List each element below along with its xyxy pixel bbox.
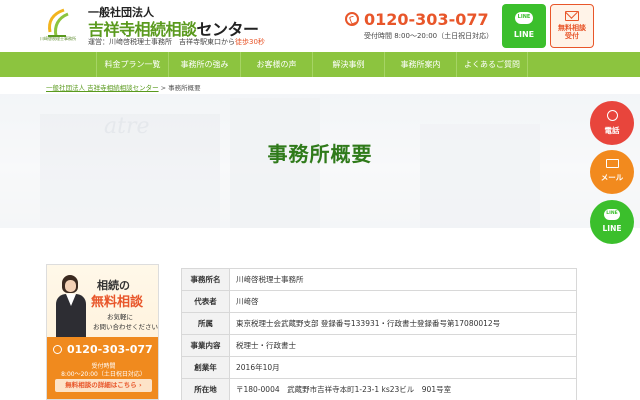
hero-banner: atre 事務所概要 <box>0 94 640 228</box>
header-phone-number[interactable]: 0120-303-077 <box>364 10 489 29</box>
free-consult-promo[interactable]: 相続の 無料相談 お気軽に お問い合わせください! 0120-303-077 受… <box>46 264 159 400</box>
consultant-photo <box>53 273 89 337</box>
table-row: 所属 東京税理士会武蔵野支部 登録番号133931・行政書士登録番号第17080… <box>181 312 577 335</box>
nav-item-faq[interactable]: よくあるご質問 <box>456 52 528 77</box>
mail-icon <box>605 159 619 168</box>
nav-item-strengths[interactable]: 事務所の強み <box>168 52 240 77</box>
row-value: 〒180-0004 武蔵野市吉祥寺本町1-23-1 ks23ビル 901号室 <box>229 378 577 400</box>
float-tel-button[interactable]: 電話 <box>590 101 634 145</box>
row-label: 所在地 <box>181 378 230 400</box>
promo-phone-number[interactable]: 0120-303-077 <box>67 343 153 356</box>
free-consult-label-2: 受付 <box>565 32 579 40</box>
float-line-label: LINE <box>602 224 622 233</box>
promo-heading-2: 無料相談 <box>91 295 144 310</box>
promo-top: 相続の 無料相談 お気軽に お問い合わせください! <box>47 265 159 337</box>
phone-icon <box>606 110 618 121</box>
site-header: 川崎啓税理士事務所 一般社団法人 吉祥寺相続相談センター 運営：川﨑啓税理士事務… <box>0 0 640 52</box>
row-value: 東京税理士会武蔵野支部 登録番号133931・行政書士登録番号第17080012… <box>229 312 577 335</box>
row-label: 事業内容 <box>181 334 230 357</box>
float-line-button[interactable]: LINE LINE <box>590 200 634 244</box>
float-mail-button[interactable]: メール <box>590 150 634 194</box>
free-consult-label-1: 無料相談 <box>558 24 586 32</box>
phone-icon <box>53 345 62 354</box>
nav-items: 料金プラン一覧 事務所の強み お客様の声 解決事例 事務所案内 よくあるご質問 <box>96 52 528 77</box>
line-icon-text: LINE <box>606 211 618 216</box>
main-nav: 料金プラン一覧 事務所の強み お客様の声 解決事例 事務所案内 よくあるご質問 <box>0 52 640 77</box>
breadcrumb-separator: > <box>158 84 169 92</box>
promo-hours: 8:00～20:00（土日祝日対応） <box>61 371 146 378</box>
breadcrumb-current: 事務所概要 <box>168 84 201 92</box>
row-value: 税理士・行政書士 <box>229 334 577 357</box>
line-icon: LINE <box>515 12 533 24</box>
promo-sub-2: お問い合わせください! <box>93 323 159 331</box>
promo-detail-button[interactable]: 無料相談の詳細はこちら › <box>55 379 152 392</box>
table-row: 所在地 〒180-0004 武蔵野市吉祥寺本町1-23-1 ks23ビル 901… <box>181 378 577 400</box>
page-title: 事務所概要 <box>267 142 373 166</box>
line-icon-text: LINE <box>517 14 531 20</box>
row-label: 事務所名 <box>181 268 230 291</box>
operator-info: 運営：川﨑啓税理士事務所 吉祥寺駅東口から徒歩30秒 <box>88 37 265 47</box>
breadcrumb-home-link[interactable]: 一般社団法人 吉祥寺相続相談センター <box>46 84 159 92</box>
breadcrumb: 一般社団法人 吉祥寺相続相談センター > 事務所概要 <box>46 82 201 92</box>
header-free-consult-button[interactable]: 無料相談 受付 <box>550 4 594 48</box>
logo-text: 川崎啓税理士事務所 <box>40 36 76 41</box>
row-value: 川﨑啓税理士事務所 <box>229 268 577 291</box>
header-phone-hours: 受付時間 8:00～20:00（土日祝日対応） <box>364 32 494 40</box>
float-tel-label: 電話 <box>604 126 620 135</box>
float-mail-label: メール <box>600 173 624 182</box>
header-line-button[interactable]: LINE LINE <box>502 4 546 48</box>
promo-phone-box: 0120-303-077 受付時間 8:00～20:00（土日祝日対応） 無料相… <box>47 337 158 399</box>
person-face <box>65 280 76 292</box>
promo-sub-1: お気軽に <box>107 313 133 321</box>
table-row: 事業内容 税理士・行政書士 <box>181 334 577 357</box>
table-row: 代表者 川﨑啓 <box>181 290 577 313</box>
mail-icon <box>565 11 579 21</box>
row-label: 代表者 <box>181 290 230 313</box>
line-icon: LINE <box>604 209 620 220</box>
nav-item-office[interactable]: 事務所案内 <box>384 52 456 77</box>
row-value: 2016年10月 <box>229 356 577 379</box>
walk-time: 徒歩30秒 <box>235 38 265 46</box>
phone-icon <box>345 12 359 26</box>
line-button-label: LINE <box>513 30 535 39</box>
table-row: 事務所名 川﨑啓税理士事務所 <box>181 268 577 291</box>
row-label: 創業年 <box>181 356 230 379</box>
office-info-table: 事務所名 川﨑啓税理士事務所 代表者 川﨑啓 所属 東京税理士会武蔵野支部 登録… <box>181 268 577 400</box>
table-row: 創業年 2016年10月 <box>181 356 577 379</box>
nav-item-pricing[interactable]: 料金プラン一覧 <box>96 52 168 77</box>
row-value: 川﨑啓 <box>229 290 577 313</box>
nav-item-cases[interactable]: 解決事例 <box>312 52 384 77</box>
operator-text: 運営：川﨑啓税理士事務所 吉祥寺駅東口から <box>88 38 235 46</box>
nav-item-testimonials[interactable]: お客様の声 <box>240 52 312 77</box>
row-label: 所属 <box>181 312 230 335</box>
